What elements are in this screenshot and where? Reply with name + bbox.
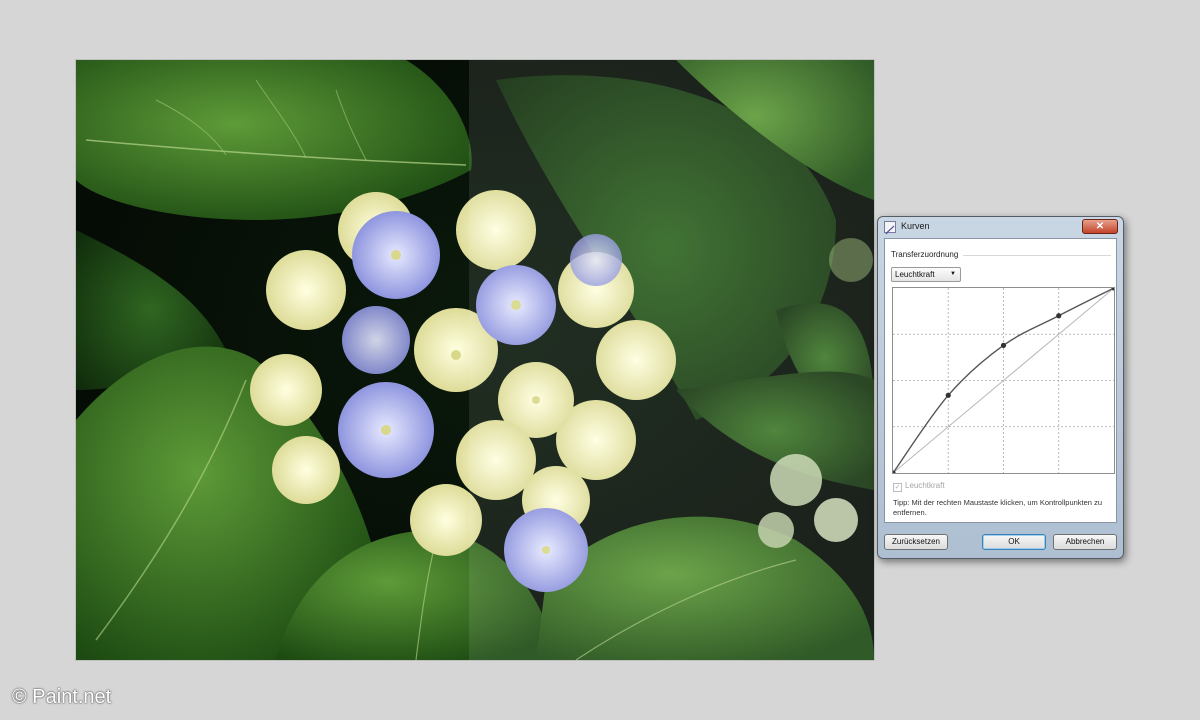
curves-icon (884, 221, 896, 235)
section-divider (963, 255, 1111, 256)
luminosity-checkbox-label: Leuchtkraft (905, 481, 945, 490)
close-button[interactable]: ✕ (1082, 219, 1118, 234)
tip-text: Tipp: Mit der rechten Maustaste klicken,… (893, 498, 1102, 517)
dialog-client-area: Transferzuordnung Leuchtkraft ▼ ✓ Leucht… (884, 238, 1117, 523)
dialog-titlebar[interactable]: Kurven ✕ (878, 217, 1123, 237)
luminosity-checkbox-row[interactable]: ✓ Leuchtkraft (893, 481, 945, 492)
dialog-title: Kurven (901, 221, 930, 231)
curve-graph[interactable] (890, 285, 1117, 476)
control-point[interactable] (1056, 313, 1062, 319)
luminosity-checkbox[interactable]: ✓ (893, 483, 902, 492)
ok-button[interactable]: OK (982, 534, 1046, 550)
control-point[interactable] (945, 392, 951, 398)
image-canvas[interactable] (76, 60, 874, 660)
curves-dialog[interactable]: Kurven ✕ Transferzuordnung Leuchtkraft ▼ (877, 216, 1124, 559)
curve-svg[interactable] (890, 285, 1117, 476)
reset-button[interactable]: Zurücksetzen (884, 534, 948, 550)
chevron-down-icon: ▼ (950, 271, 956, 277)
transfer-mapping-label: Transferzuordnung (891, 250, 959, 259)
mode-select-value: Leuchtkraft (895, 270, 935, 279)
control-point[interactable] (1000, 342, 1007, 348)
cancel-button[interactable]: Abbrechen (1053, 534, 1117, 550)
watermark-copyright: © Paint.net (12, 686, 112, 708)
before-after-split-overlay (469, 60, 874, 660)
mode-select[interactable]: Leuchtkraft ▼ (891, 267, 961, 282)
